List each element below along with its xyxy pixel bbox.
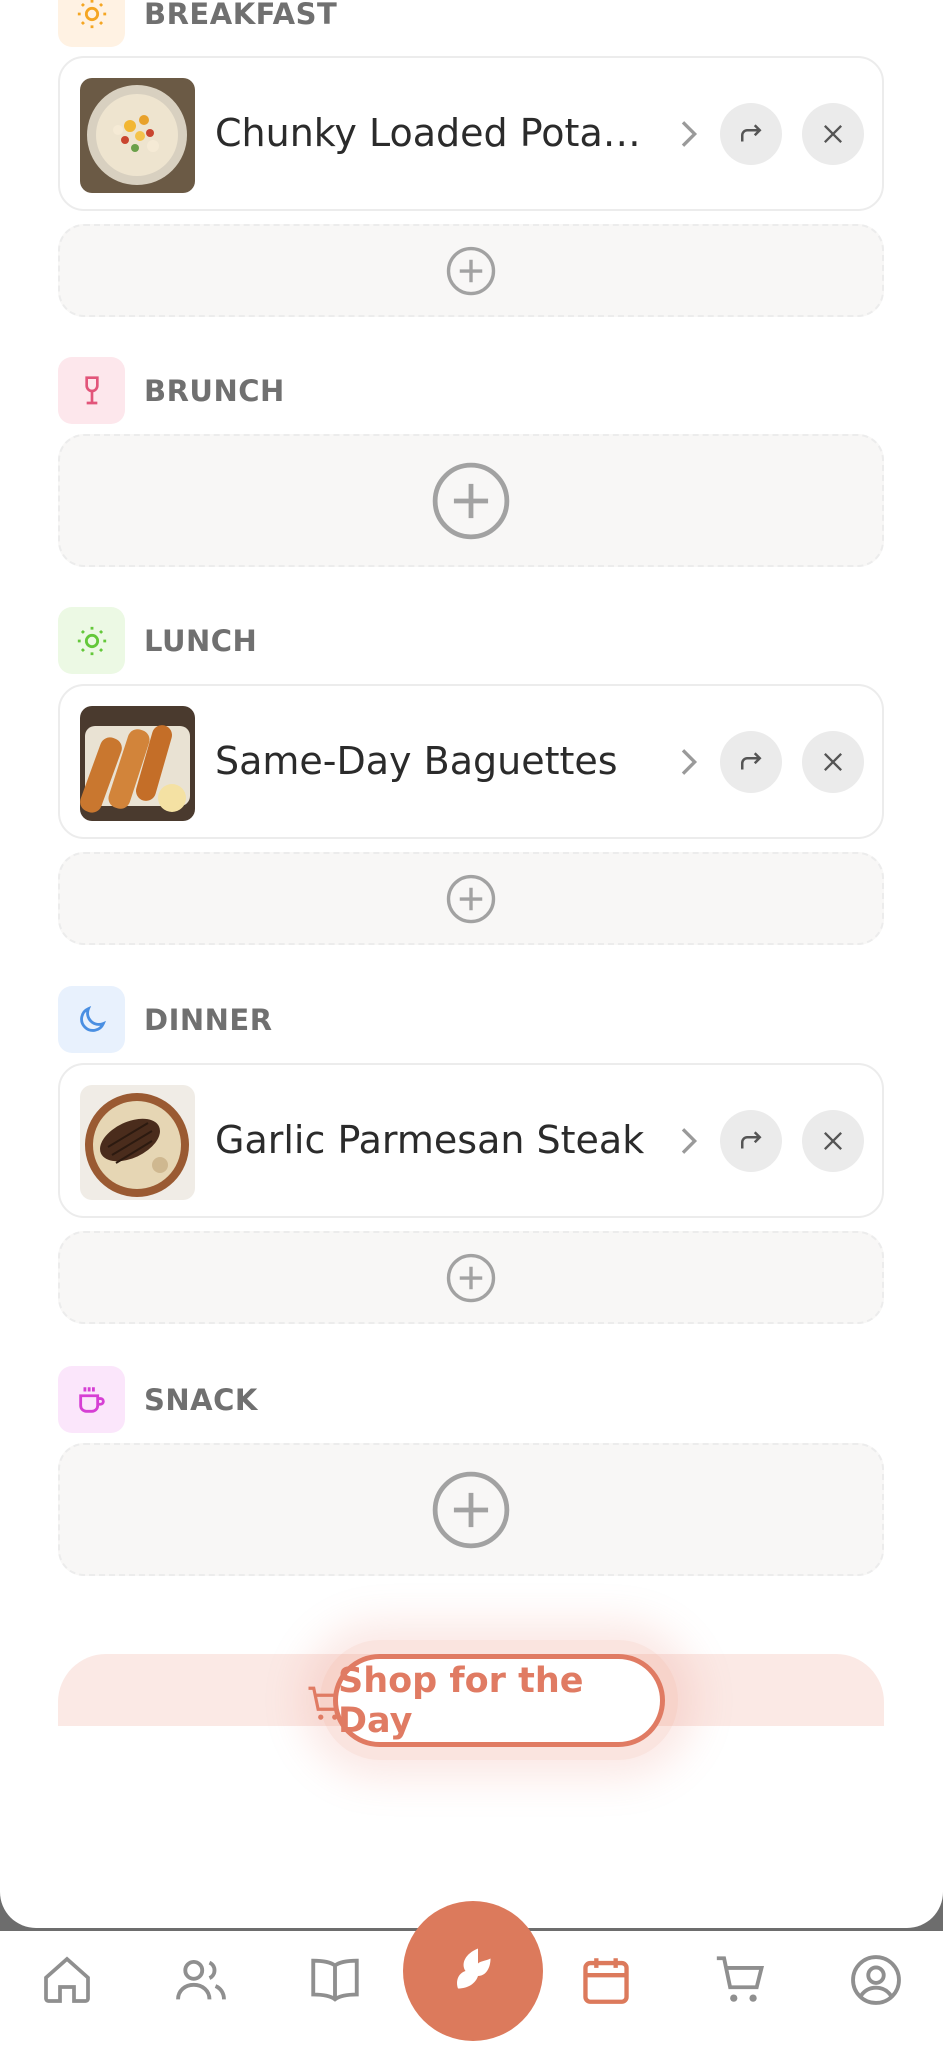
close-icon xyxy=(824,125,842,143)
profile-icon xyxy=(851,1955,901,2005)
tab-recipes[interactable] xyxy=(304,1949,366,2011)
section-title-dinner: DINNER xyxy=(144,1002,273,1037)
meal-image-steak xyxy=(80,1085,195,1200)
tab-shopping-cart[interactable] xyxy=(710,1949,772,2011)
shop-for-the-day-button[interactable]: Shop for the Day xyxy=(333,1654,665,1747)
tab-meal-plan[interactable] xyxy=(575,1949,637,2011)
meal-card-dinner[interactable]: Garlic Parmesan Steak xyxy=(58,1063,884,1218)
chevron-right-icon[interactable] xyxy=(668,114,708,154)
redo-arrow-icon xyxy=(741,1131,762,1149)
book-icon xyxy=(311,1958,359,2002)
section-header-dinner: DINNER xyxy=(58,986,273,1053)
section-title-breakfast: BREAKFAST xyxy=(144,0,338,31)
tab-community[interactable] xyxy=(170,1949,232,2011)
chevron-right-icon[interactable] xyxy=(668,742,708,782)
chevron-right-icon[interactable] xyxy=(668,1121,708,1161)
add-meal-slot-lunch[interactable] xyxy=(58,852,884,945)
add-meal-slot-brunch[interactable] xyxy=(58,434,884,567)
meal-image-baguettes xyxy=(80,706,195,821)
close-icon xyxy=(824,1132,842,1150)
swap-meal-button[interactable] xyxy=(720,103,782,165)
swap-meal-button[interactable] xyxy=(720,731,782,793)
remove-meal-button[interactable] xyxy=(802,1110,864,1172)
remove-meal-button[interactable] xyxy=(802,731,864,793)
meal-card-breakfast[interactable]: Chunky Loaded Potato Soup xyxy=(58,56,884,211)
swap-meal-button[interactable] xyxy=(720,1110,782,1172)
plus-circle-icon xyxy=(446,1253,496,1302)
close-icon xyxy=(824,753,842,771)
section-header-breakfast: BREAKFAST xyxy=(58,0,337,47)
meal-plan-screen: BREAKFAST Chunky Loaded Potato Soup xyxy=(0,0,943,1928)
home-icon xyxy=(44,1956,90,2003)
meal-image-potato-soup xyxy=(80,78,195,193)
meal-name-breakfast[interactable]: Chunky Loaded Potato Soup xyxy=(215,58,645,209)
cart-icon xyxy=(716,1956,765,2002)
section-header-lunch: LUNCH xyxy=(58,607,257,674)
moon-icon xyxy=(58,986,125,1053)
redo-arrow-icon xyxy=(741,752,762,770)
tab-home[interactable] xyxy=(36,1949,98,2011)
section-title-lunch: LUNCH xyxy=(144,623,258,658)
plus-circle-icon xyxy=(446,874,496,923)
section-header-snack: SNACK xyxy=(58,1366,258,1433)
add-meal-slot-breakfast[interactable] xyxy=(58,224,884,317)
tab-profile[interactable] xyxy=(845,1949,907,2011)
meal-card-lunch[interactable]: Same-Day Baguettes xyxy=(58,684,884,839)
plus-circle-icon xyxy=(432,1471,510,1548)
add-meal-slot-snack[interactable] xyxy=(58,1443,884,1576)
add-meal-slot-dinner[interactable] xyxy=(58,1231,884,1324)
section-title-brunch: BRUNCH xyxy=(144,373,285,408)
users-icon xyxy=(176,1959,226,2000)
plus-circle-icon xyxy=(446,246,496,295)
plus-circle-icon xyxy=(432,462,510,539)
redo-arrow-icon xyxy=(741,124,762,142)
app-logo-icon xyxy=(457,1948,491,1989)
coffee-cup-icon xyxy=(58,1366,125,1433)
shop-button-label: Shop for the Day xyxy=(338,1660,584,1741)
meal-name-lunch[interactable]: Same-Day Baguettes xyxy=(215,686,645,837)
meal-name-dinner[interactable]: Garlic Parmesan Steak xyxy=(215,1065,645,1216)
calendar-icon xyxy=(583,1958,629,2004)
wine-glass-icon xyxy=(58,357,125,424)
tab-main-action[interactable] xyxy=(403,1901,543,2041)
sun-icon xyxy=(58,0,125,47)
remove-meal-button[interactable] xyxy=(802,103,864,165)
section-header-brunch: BRUNCH xyxy=(58,357,285,424)
section-title-snack: SNACK xyxy=(144,1382,258,1417)
sun-icon xyxy=(58,607,125,674)
